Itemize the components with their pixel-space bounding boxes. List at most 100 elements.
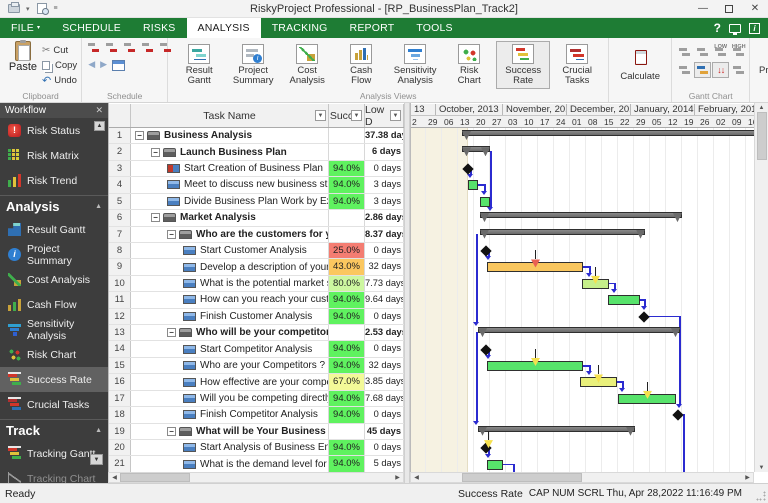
low-duration-cell[interactable]: 3 days	[365, 194, 404, 209]
low-duration-cell[interactable]: 6 days	[365, 144, 404, 159]
row-number-cell[interactable]: 4	[109, 177, 131, 192]
success-rate-cell[interactable]: 67.0%	[329, 374, 365, 389]
summary-bar[interactable]	[478, 426, 635, 432]
sidebar-section-analysis[interactable]: Analysis▲	[0, 195, 108, 217]
task-name-cell[interactable]: Meet to discuss new business strategy	[131, 177, 329, 192]
gantt-option-2-button[interactable]	[694, 44, 711, 60]
task-name-cell[interactable]: Start Competitor Analysis	[131, 341, 329, 356]
success-filter-button[interactable]: ▼	[351, 110, 362, 121]
task-name-cell[interactable]: Start Customer Analysis	[131, 243, 329, 258]
task-name-cell[interactable]: What is the potential market share ?	[131, 276, 329, 291]
success-rate-cell[interactable]: 94.0%	[329, 292, 365, 307]
success-rate-cell[interactable]	[329, 325, 365, 340]
task-name-cell[interactable]: Who are the customers for your B	[131, 227, 329, 242]
low-duration-cell[interactable]: 7.73 days	[365, 276, 404, 291]
table-row[interactable]: 3Start Creation of Business Plan94.0%0 d…	[109, 161, 404, 177]
close-button[interactable]: ✕	[742, 0, 768, 17]
qat-customize-caret[interactable]: ≡	[54, 5, 58, 12]
info-icon[interactable]: i	[749, 23, 760, 34]
menu-tab-schedule[interactable]: SCHEDULE	[51, 18, 132, 38]
gantt-scroll-up-button[interactable]: ▲	[756, 103, 768, 112]
row-number-cell[interactable]: 15	[109, 358, 131, 373]
sidebar-item-risk-chart[interactable]: Risk Chart	[0, 342, 108, 367]
task-name-cell[interactable]: Develop a description of your "Typic	[131, 259, 329, 274]
table-row[interactable]: 8Start Customer Analysis25.0%0 days	[109, 243, 404, 259]
success-rate-cell[interactable]	[329, 227, 365, 242]
low-duration-cell[interactable]: 3.85 days	[365, 374, 404, 389]
row-number-cell[interactable]: 10	[109, 276, 131, 291]
sidebar-expand-button[interactable]: ▼	[90, 454, 103, 465]
gantt-option-8-button[interactable]	[730, 62, 747, 78]
success-rate-cell[interactable]: 94.0%	[329, 407, 365, 422]
summary-bar[interactable]	[480, 212, 682, 218]
low-duration-cell[interactable]: 0 days	[365, 243, 404, 258]
indent-task-icon[interactable]	[106, 43, 119, 52]
success-rate-cell[interactable]: 94.0%	[329, 177, 365, 192]
sidebar-collapse-button[interactable]: ▲	[94, 121, 105, 131]
table-row[interactable]: 16How effective are your competitors67.0…	[109, 374, 404, 390]
maximize-button[interactable]	[716, 0, 742, 17]
table-row[interactable]: 21What is the demand level for the pro94…	[109, 456, 404, 472]
table-row[interactable]: 13Who will be your competitors2.53 days	[109, 325, 404, 341]
success-rate-cell[interactable]: 94.0%	[329, 341, 365, 356]
row-number-cell[interactable]: 14	[109, 341, 131, 356]
task-name-cell[interactable]: Business Analysis	[131, 128, 329, 143]
cut-button[interactable]: ✂Cut	[42, 44, 77, 57]
gantt-horizontal-scrollbar[interactable]: ◀ ▶	[410, 472, 754, 483]
gantt-current-view-button[interactable]	[694, 62, 711, 78]
table-horizontal-scrollbar[interactable]: ◀ ▶	[108, 472, 404, 483]
table-row[interactable]: 4Meet to discuss new business strategy94…	[109, 177, 404, 193]
task-bar[interactable]	[608, 295, 640, 305]
sidebar-item-risk-matrix[interactable]: Risk Matrix	[0, 143, 108, 168]
collapse-expander[interactable]	[151, 213, 160, 222]
table-scroll-left-button[interactable]: ◀	[109, 473, 120, 482]
sidebar-item-risk-status[interactable]: Risk Status▲	[0, 118, 108, 143]
task-name-cell[interactable]: How can you reach your customers	[131, 292, 329, 307]
workflow-close-icon[interactable]: ✕	[95, 105, 103, 116]
task-bar[interactable]	[480, 197, 490, 207]
gantt-scrollbar-thumb[interactable]	[462, 473, 582, 482]
minimize-button[interactable]: —	[690, 0, 716, 17]
task-name-cell[interactable]: Start Analysis of Business Environm	[131, 440, 329, 455]
low-duration-filter-button[interactable]: ▼	[390, 110, 401, 121]
table-row[interactable]: 5Divide Business Plan Work by Experien94…	[109, 194, 404, 210]
print-button[interactable]	[6, 2, 22, 15]
success-rate-cell[interactable]	[329, 424, 365, 439]
row-number-cell[interactable]: 11	[109, 292, 131, 307]
milestone-diamond[interactable]	[638, 311, 649, 322]
sidebar-item-cash-flow[interactable]: Cash Flow	[0, 292, 108, 317]
simulation-probability-plot-button[interactable]: ProbabilityPlot	[754, 41, 768, 89]
menu-tab-file[interactable]: FILE▾	[0, 18, 51, 38]
low-duration-cell[interactable]: 0 days	[365, 341, 404, 356]
undo-button[interactable]: ↶Undo	[42, 74, 77, 87]
success-rate-cell[interactable]: 25.0%	[329, 243, 365, 258]
row-number-cell[interactable]: 1	[109, 128, 131, 143]
success-rate-cell[interactable]	[329, 128, 365, 143]
collapse-expander[interactable]	[151, 148, 160, 157]
table-row[interactable]: 10What is the potential market share ?80…	[109, 276, 404, 292]
summary-bar[interactable]	[478, 327, 680, 333]
menu-tab-risks[interactable]: RISKS	[132, 18, 187, 38]
print-dropdown-caret[interactable]: ▾	[26, 5, 30, 13]
table-row[interactable]: 6Market Analysis2.86 days	[109, 210, 404, 226]
task-name-cell[interactable]: Who will be your competitors	[131, 325, 329, 340]
menu-tab-analysis[interactable]: ANALYSIS	[187, 18, 261, 38]
analysis-cash-flow-button[interactable]: CashFlow	[334, 41, 388, 89]
low-duration-cell[interactable]: 0 days	[365, 440, 404, 455]
gantt-arrows-button[interactable]: ↓↓	[712, 62, 729, 78]
table-row[interactable]: 9Develop a description of your "Typic43.…	[109, 259, 404, 275]
success-rate-cell[interactable]: 94.0%	[329, 161, 365, 176]
analysis-cost-analysis-button[interactable]: CostAnalysis	[280, 41, 334, 89]
sidebar-item-success-rate[interactable]: Success Rate	[0, 367, 108, 392]
analysis-success-rate-button[interactable]: SuccessRate	[496, 41, 550, 89]
success-rate-cell[interactable]: 80.0%	[329, 276, 365, 291]
success-rate-cell[interactable]: 94.0%	[329, 309, 365, 324]
low-duration-cell[interactable]: 8.37 days	[365, 227, 404, 242]
row-number-cell[interactable]: 9	[109, 259, 131, 274]
low-duration-cell[interactable]: 7.68 days	[365, 391, 404, 406]
collapse-expander[interactable]	[167, 328, 176, 337]
sidebar-item-sensitivity-analysis[interactable]: Sensitivity Analysis	[0, 317, 108, 342]
success-rate-cell[interactable]: 43.0%	[329, 259, 365, 274]
success-rate-cell[interactable]	[329, 144, 365, 159]
row-number-cell[interactable]: 5	[109, 194, 131, 209]
